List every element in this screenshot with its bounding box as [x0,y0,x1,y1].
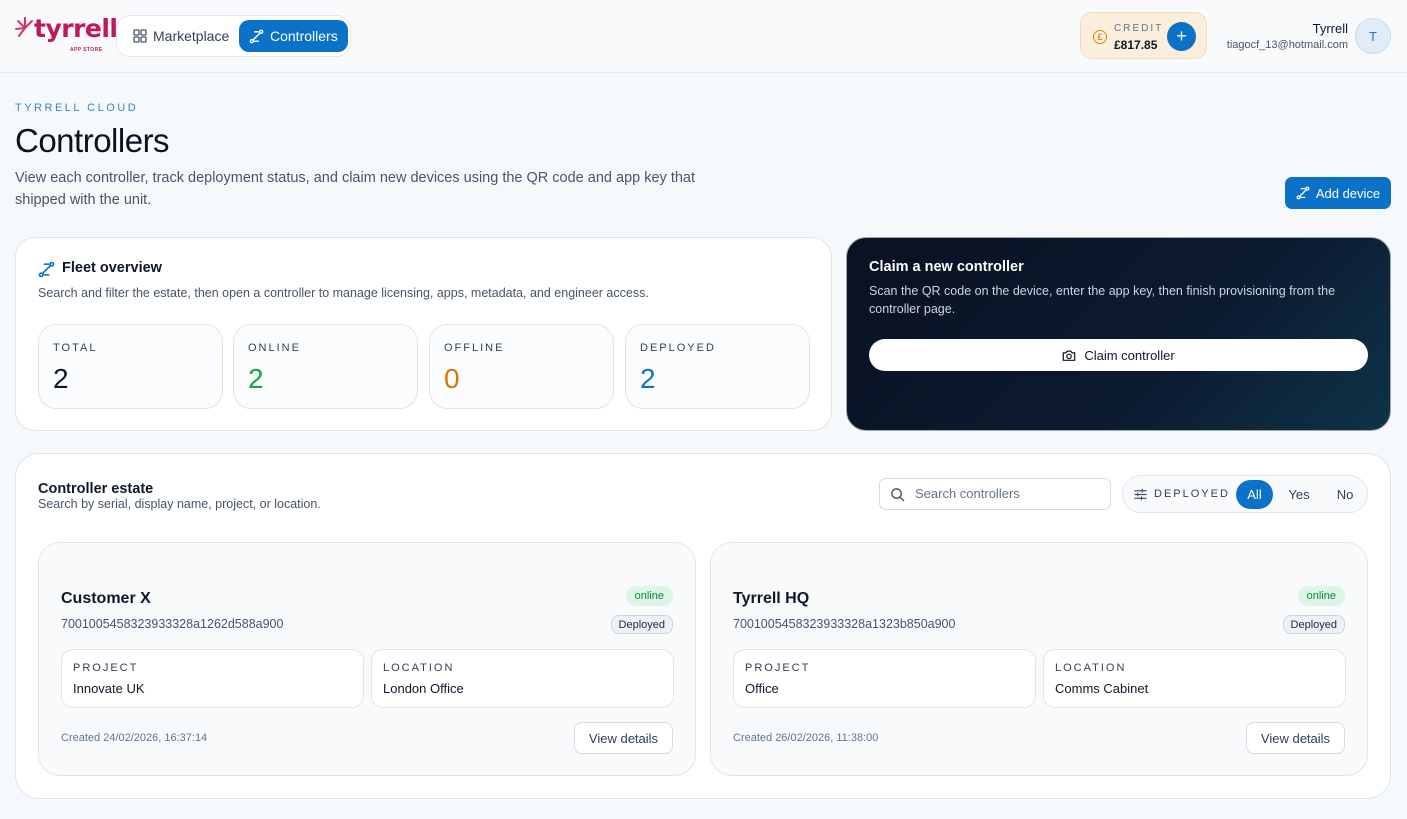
field-label: PROJECT [745,662,811,674]
avatar[interactable]: T [1355,18,1391,54]
deployed-filter: DEPLOYED All Yes No [1122,475,1368,513]
stat-deployed: DEPLOYED 2 [625,324,810,409]
stat-value: 2 [248,363,264,394]
field-label: LOCATION [383,662,455,674]
stat-online: ONLINE 2 [233,324,418,409]
user-name: Tyrrell [1312,21,1348,36]
field-label: LOCATION [1055,662,1127,674]
user-email: tiagocf_13@hotmail.com [1226,39,1348,51]
search-input[interactable] [915,486,1105,501]
claim-title: Claim a new controller [869,259,1024,275]
filter-option-yes[interactable]: Yes [1284,480,1314,509]
camera-icon [1063,350,1076,361]
project-value: Office [745,681,779,696]
claim-controller-button[interactable]: Claim controller [869,339,1368,371]
view-details-button[interactable]: View details [1246,722,1345,754]
project-field: PROJECT Office [733,649,1036,708]
controller-name: Tyrrell HQ [733,590,810,607]
page-description: View each controller, track deployment s… [15,170,695,208]
grid-icon [133,29,147,43]
location-field: LOCATION London Office [371,649,674,708]
nav-marketplace-label: Marketplace [153,28,230,44]
nav-controllers[interactable]: Controllers [239,20,348,52]
location-value: Comms Cabinet [1055,681,1149,696]
filter-option-no[interactable]: No [1330,480,1360,509]
stat-offline: OFFLINE 0 [429,324,614,409]
created-timestamp: Created 24/02/2026, 16:37:14 [61,732,208,744]
controller-card[interactable]: Customer X 7001005458323933328a1262d588a… [38,542,696,776]
claim-description: Scan the QR code on the device, enter th… [869,284,1336,316]
controller-icon [1296,186,1310,200]
controller-card[interactable]: Tyrrell HQ 7001005458323933328a1323b850a… [710,542,1368,776]
status-badge: online [1297,586,1345,606]
stat-label: ONLINE [248,342,301,354]
controller-serial: 7001005458323933328a1323b850a900 [733,617,956,631]
credit-value: £817.85 [1114,38,1158,52]
tyrrell-logo[interactable]: tyrrell APP STORE [14,14,118,58]
fleet-overview-description: Search and filter the estate, then open … [38,286,649,300]
logo-wordmark: tyrrell [34,14,118,43]
filter-option-all[interactable]: All [1236,480,1273,509]
stat-value: 2 [640,363,656,394]
filter-label: DEPLOYED [1154,488,1230,500]
add-device-label: Add device [1315,185,1381,201]
stat-label: TOTAL [53,342,98,354]
add-credit-button[interactable]: + [1167,22,1196,51]
stat-total: TOTAL 2 [38,324,223,409]
page-eyebrow: TYRRELL CLOUD [15,102,139,114]
controller-name: Customer X [61,590,151,607]
project-value: Innovate UK [73,681,145,696]
search-box [879,478,1111,510]
sparkle-icon [15,17,33,37]
field-label: PROJECT [73,662,139,674]
deployment-badge: Deployed [610,615,673,634]
logo-subtitle: APP STORE [70,47,103,53]
deployment-badge: Deployed [1282,615,1345,634]
estate-description: Search by serial, display name, project,… [38,497,321,511]
stat-value: 2 [53,363,69,394]
fleet-overview-title: Fleet overview [62,260,162,276]
page-title: Controllers [15,122,170,159]
location-value: London Office [383,681,464,696]
claim-controller-label: Claim controller [1084,347,1175,363]
controller-icon [249,29,264,43]
created-timestamp: Created 26/02/2026, 11:38:00 [733,732,879,744]
nav-controllers-label: Controllers [270,28,338,44]
plus-icon: + [1176,26,1187,46]
view-details-button[interactable]: View details [574,722,673,754]
search-icon [891,488,905,502]
stat-label: OFFLINE [444,342,505,354]
location-field: LOCATION Comms Cabinet [1043,649,1346,708]
sliders-icon [1134,488,1147,501]
main-nav: Marketplace Controllers [116,15,351,57]
project-field: PROJECT Innovate UK [61,649,364,708]
status-badge: online [625,586,673,606]
credit-label: CREDIT [1114,23,1164,34]
nav-marketplace[interactable]: Marketplace [123,20,241,52]
add-device-button[interactable]: Add device [1285,177,1391,209]
top-bar: tyrrell APP STORE Marketplace Controller… [0,0,1407,73]
controller-serial: 7001005458323933328a1262d588a900 [61,617,284,631]
fleet-icon [38,261,55,278]
estate-title: Controller estate [38,481,154,497]
coin-icon: £ [1093,30,1107,44]
credit-widget: £ CREDIT £817.85 + [1080,12,1207,59]
stat-label: DEPLOYED [640,342,716,354]
stat-value: 0 [444,363,460,394]
